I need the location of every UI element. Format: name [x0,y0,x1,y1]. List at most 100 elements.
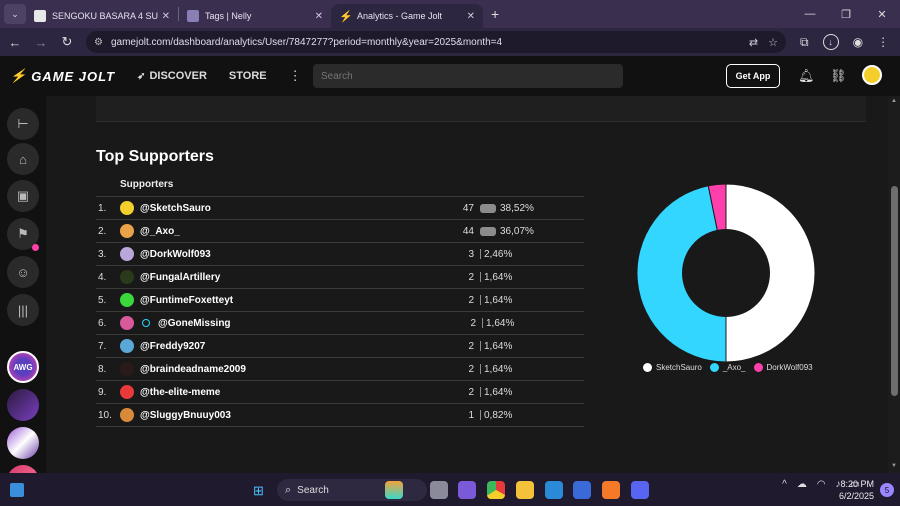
tab-title: SENGOKU BASARA 4 SUMERAG [52,11,158,21]
analytics-main: Top Supporters Supporters 1. @SketchSauro… [46,96,900,473]
sidebar-store-icon[interactable]: ⌂ [7,143,39,175]
supporter-avatar[interactable] [120,201,134,215]
new-tab-plus-icon[interactable]: + [491,6,499,22]
close-icon[interactable]: ✕ [315,11,323,22]
task-view-icon[interactable] [430,481,448,499]
menu-kebab-icon[interactable]: ⋮ [877,35,889,49]
scroll-down-icon[interactable]: ▼ [890,463,898,469]
supporter-avatar[interactable] [120,362,134,376]
supporters-donut-chart [636,183,816,363]
share-bar [480,249,481,259]
legend-item[interactable]: DorkWolf093 [753,363,813,372]
taskbar-search[interactable]: ⌕ Search [277,479,427,501]
translate-icon[interactable]: ⇄ [749,36,758,49]
restore-icon[interactable]: ❐ [828,8,864,21]
forward-arrow-icon[interactable]: → [30,35,52,50]
supporter-avatar[interactable] [120,339,134,353]
legend-label: _Axo_ [722,363,746,372]
back-arrow-icon[interactable]: ← [4,35,26,50]
supporter-name-link[interactable]: @SketchSauro [140,203,452,214]
close-icon[interactable]: ✕ [467,11,475,22]
share-bar [480,341,481,351]
firefox-icon[interactable] [602,481,620,499]
chevron-up-icon[interactable]: ^ [782,479,787,490]
supporter-name-link[interactable]: @SluggyBnuuy003 [140,410,452,421]
page-scrollbar[interactable]: ▲ ▼ [888,96,900,473]
chrome-icon[interactable] [487,481,505,499]
browser-tab-1[interactable]: SENGOKU BASARA 4 SUMERAG ✕ [26,4,178,28]
supporter-name-link[interactable]: @FuntimeFoxetteyt [140,295,452,306]
windows-start-icon[interactable]: ⊞ [253,483,264,499]
supporter-avatar[interactable] [120,270,134,284]
supporter-avatar[interactable] [120,385,134,399]
profile-icon[interactable]: ◉ [853,35,863,49]
wifi-icon[interactable]: ◠ [817,479,826,490]
scroll-up-icon[interactable]: ▲ [890,98,898,104]
supporter-name-link[interactable]: @braindeadname2009 [140,364,452,375]
minimize-icon[interactable]: — [792,8,828,20]
legend-item[interactable]: SketchSauro [643,363,702,372]
taskbar-clock[interactable]: 8:20 PM 6/2/2025 [839,478,874,502]
edge-icon[interactable] [545,481,563,499]
left-sidebar: ⊢ ⌂ ▣ ⚑ ☺ ||| AWG [0,96,46,497]
supporter-avatar[interactable] [120,224,134,238]
supporter-name-link[interactable]: @DorkWolf093 [140,249,452,260]
friends-icon[interactable]: ⛓︎ [830,68,847,84]
scroll-thumb[interactable] [891,186,898,396]
address-bar[interactable]: ⚙ gamejolt.com/dashboard/analytics/User/… [86,31,786,53]
bookmark-star-icon[interactable]: ☆ [768,36,778,49]
supporter-name-link[interactable]: @GoneMissing [158,318,454,329]
gamejolt-logo[interactable]: ⚡ GAME JOLT [10,68,115,84]
user-avatar[interactable] [862,65,882,85]
legend-item[interactable]: _Axo_ [709,363,746,372]
cloud-icon[interactable]: ☁ [797,479,807,490]
discover-link[interactable]: ➶ DISCOVER [137,70,207,82]
more-menu-icon[interactable]: ⋮ [289,68,302,84]
community-avatar[interactable] [7,389,39,421]
notification-badge[interactable]: 5 [880,483,894,497]
rank-number: 8. [98,363,107,375]
support-count: 47 [462,202,474,214]
supporter-avatar[interactable] [120,316,134,330]
supporter-name-link[interactable]: @FungalArtillery [140,272,452,283]
supporter-avatar[interactable] [120,293,134,307]
get-app-button[interactable]: Get App [726,64,780,88]
teams-icon[interactable] [458,481,476,499]
browser-tab-3[interactable]: ⚡ Analytics - Game Jolt ✕ [331,4,483,28]
discord-icon[interactable] [631,481,649,499]
close-window-icon[interactable]: ✕ [864,8,900,21]
browser-toolbar: ← → ↻ ⚙ gamejolt.com/dashboard/analytics… [0,28,900,56]
tab-favicon-icon [187,10,199,22]
sidebar-activity-icon[interactable]: ⊢ [7,108,39,140]
sidebar-backpack-icon[interactable]: ▣ [7,180,39,212]
site-info-icon[interactable]: ⚙ [94,37,103,48]
supporter-avatar[interactable] [120,247,134,261]
share-bar [480,226,496,236]
support-count: 2 [468,271,474,283]
community-avatar[interactable] [7,427,39,459]
support-count: 2 [468,294,474,306]
store-app-icon[interactable] [573,481,591,499]
rank-number: 7. [98,340,107,352]
supporter-name-link[interactable]: @Freddy9207 [140,341,452,352]
sidebar-chat-icon[interactable]: ☺ [7,256,39,288]
supporter-name-link[interactable]: @the-elite-meme [140,387,452,398]
download-icon[interactable]: ↓ [822,34,839,50]
store-link[interactable]: STORE [229,70,267,82]
supporter-name-link[interactable]: @_Axo_ [140,226,452,237]
tab-list-button[interactable]: ⌄ [4,4,26,24]
community-awg[interactable]: AWG [7,351,39,383]
supporter-avatar[interactable] [120,408,134,422]
widgets-icon[interactable] [10,482,24,497]
sidebar-library-icon[interactable]: ||| [7,294,39,326]
extensions-puzzle-icon[interactable]: ⧉ [800,35,809,50]
notifications-bell-icon[interactable]: 🔔︎ [798,68,815,84]
reload-icon[interactable]: ↻ [56,34,78,50]
close-icon[interactable]: ✕ [162,11,170,22]
table-row: 3. @DorkWolf093 3 2,46% [96,243,584,266]
table-row: 7. @Freddy9207 2 1,64% [96,335,584,358]
search-input[interactable] [313,64,623,88]
browser-tab-2[interactable]: Tags | Nelly ✕ [179,4,331,28]
beach-widget-icon[interactable] [385,481,403,499]
file-explorer-icon[interactable] [516,481,534,499]
